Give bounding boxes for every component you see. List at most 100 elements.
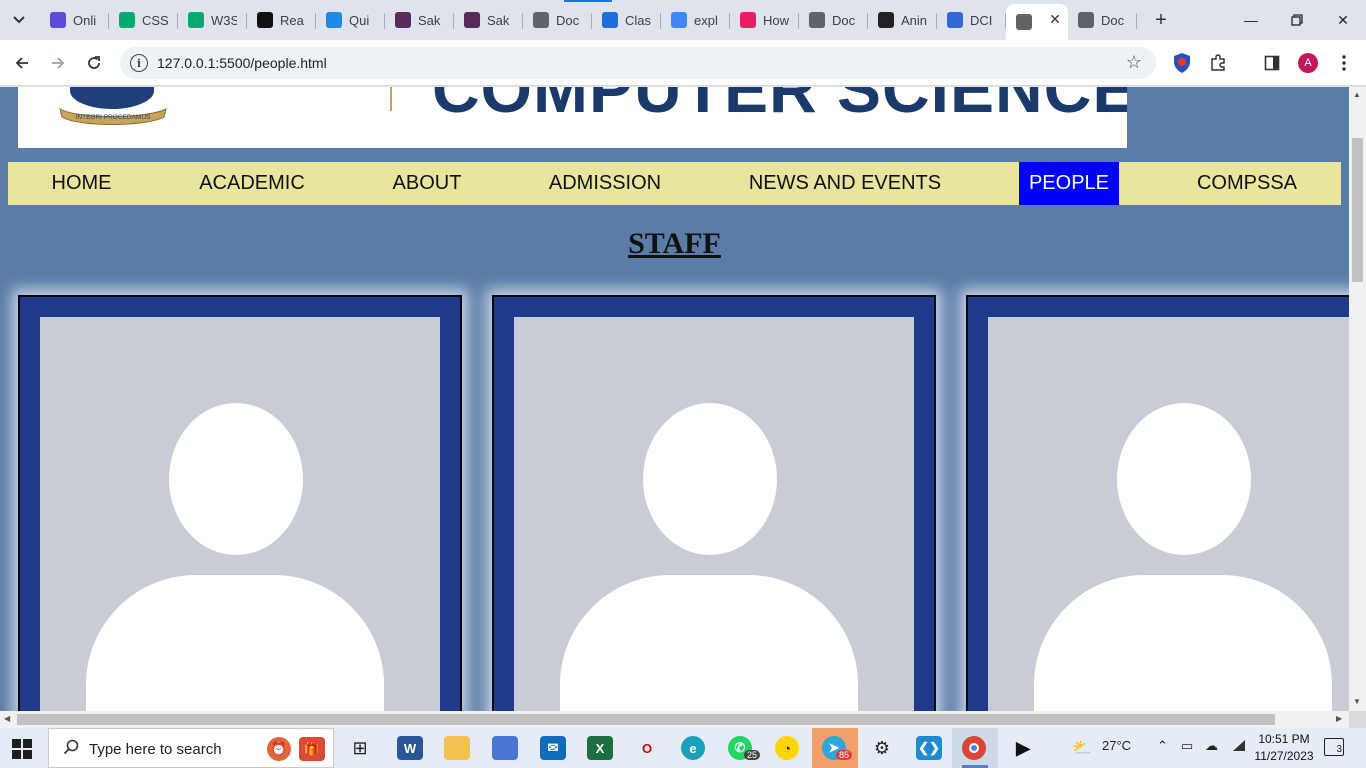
tab-title: Anin bbox=[901, 12, 927, 28]
bookmark-star-icon[interactable]: ☆ bbox=[1126, 52, 1142, 73]
word-icon[interactable]: W bbox=[397, 736, 423, 760]
new-tab-button[interactable]: + bbox=[1150, 9, 1172, 31]
staff-card[interactable] bbox=[966, 295, 1349, 711]
back-button[interactable] bbox=[10, 51, 34, 75]
browser-tab[interactable]: Clas bbox=[592, 4, 661, 36]
vertical-scroll-thumb[interactable] bbox=[1352, 138, 1363, 282]
avatar-head-shape bbox=[643, 403, 777, 555]
weather-temperature[interactable]: 27°C bbox=[1102, 738, 1131, 753]
horizontal-scroll-thumb[interactable] bbox=[17, 714, 1275, 725]
file-explorer-icon[interactable] bbox=[444, 736, 470, 760]
scroll-down-arrow-icon[interactable]: ▼ bbox=[1353, 697, 1361, 706]
browser-tab[interactable]: Anin bbox=[868, 4, 937, 36]
horizontal-scrollbar[interactable]: ◀ ▶ bbox=[0, 711, 1349, 728]
edge-icon[interactable]: e bbox=[681, 736, 705, 760]
microsoft-store-icon[interactable] bbox=[492, 736, 518, 760]
github-icon bbox=[878, 12, 894, 28]
onedrive-cloud-icon[interactable]: ☁ bbox=[1205, 738, 1218, 754]
browser-tab[interactable]: Sak bbox=[385, 4, 454, 36]
excel-icon[interactable]: X bbox=[587, 736, 613, 760]
settings-gear-icon[interactable]: ⚙ bbox=[869, 736, 895, 760]
chrome-icon[interactable] bbox=[962, 736, 986, 760]
snapchat-icon[interactable]: ◔ bbox=[775, 736, 799, 760]
browser-tab[interactable]: Sak bbox=[454, 4, 523, 36]
close-tab-icon[interactable]: ✕ bbox=[1046, 10, 1064, 28]
extensions-puzzle-icon[interactable] bbox=[1206, 51, 1230, 75]
browser-tab[interactable]: Onli bbox=[40, 4, 109, 36]
opera-icon[interactable]: O bbox=[634, 736, 660, 760]
task-view-icon[interactable]: ⊞ bbox=[347, 736, 373, 760]
reload-button[interactable] bbox=[82, 51, 106, 75]
vscode-icon[interactable]: ❮❯ bbox=[916, 736, 942, 760]
classroom-icon bbox=[602, 12, 618, 28]
scroll-left-arrow-icon[interactable]: ◀ bbox=[4, 714, 10, 723]
restore-button[interactable] bbox=[1283, 8, 1311, 32]
nav-admission[interactable]: ADMISSION bbox=[538, 162, 672, 205]
battery-icon[interactable]: ▭ bbox=[1181, 738, 1193, 754]
nav-news-and-events[interactable]: NEWS AND EVENTS bbox=[736, 162, 954, 205]
nav-compssa[interactable]: COMPSSA bbox=[1188, 162, 1306, 205]
arrow-left-icon bbox=[15, 57, 28, 69]
gift-icon[interactable]: 🎁 bbox=[299, 737, 325, 761]
alarm-clock-icon[interactable]: ⏰ bbox=[267, 737, 291, 761]
tab-title: Onli bbox=[73, 12, 97, 28]
browser-tab[interactable]: Doc bbox=[799, 4, 868, 36]
nav-academic[interactable]: ACADEMIC bbox=[180, 162, 324, 205]
taskbar-search-box[interactable]: Type here to search ⏰ 🎁 bbox=[48, 728, 334, 768]
browser-tab[interactable]: Doc bbox=[523, 4, 592, 36]
extension-shield-icon[interactable] bbox=[1172, 52, 1192, 74]
tab-search-button[interactable] bbox=[6, 8, 32, 32]
browser-tab[interactable]: How bbox=[730, 4, 799, 36]
browser-tab[interactable]: DCI bbox=[937, 4, 1006, 36]
side-panel-icon[interactable] bbox=[1260, 51, 1284, 75]
menu-kebab-icon[interactable] bbox=[1332, 51, 1356, 75]
mail-icon[interactable]: ✉ bbox=[540, 736, 566, 760]
system-clock[interactable]: 10:51 PM 11/27/2023 bbox=[1252, 731, 1316, 765]
address-bar[interactable]: i 127.0.0.1:5500/people.html ☆ bbox=[120, 47, 1156, 79]
arrow-right-icon bbox=[52, 57, 65, 69]
tab-list: Onli CSS W3S Rea Qui Sak Sak Doc Clas expl How Doc A… bbox=[40, 4, 1137, 40]
windows-start-icon[interactable] bbox=[12, 739, 32, 759]
r-icon bbox=[257, 12, 273, 28]
nav-home[interactable]: HOME bbox=[28, 162, 135, 205]
windows-taskbar: Type here to search ⏰ 🎁 ⊞ W ✉ X O e ✆ 25… bbox=[0, 728, 1366, 768]
globe-icon bbox=[1016, 14, 1032, 30]
browser-tab[interactable]: expl bbox=[661, 4, 730, 36]
url-text[interactable]: 127.0.0.1:5500/people.html bbox=[157, 55, 327, 71]
vertical-scrollbar[interactable]: ▲ ▼ bbox=[1349, 87, 1366, 711]
docs-icon bbox=[947, 12, 963, 28]
forward-button[interactable] bbox=[46, 51, 70, 75]
staff-card[interactable] bbox=[492, 295, 936, 711]
scroll-up-arrow-icon[interactable]: ▲ bbox=[1353, 90, 1361, 99]
profile-avatar[interactable]: A bbox=[1298, 53, 1318, 73]
scroll-right-arrow-icon[interactable]: ▶ bbox=[1336, 714, 1342, 723]
tab-title: Doc bbox=[832, 12, 856, 28]
tab-title: Doc bbox=[556, 12, 580, 28]
chevron-up-icon[interactable]: ⌃ bbox=[1157, 738, 1168, 754]
browser-tab[interactable]: W3S bbox=[178, 4, 247, 36]
restore-icon bbox=[1291, 14, 1303, 26]
google-icon bbox=[671, 12, 687, 28]
weather-cloud-icon[interactable]: ⛅ bbox=[1072, 738, 1092, 758]
nav-about[interactable]: ABOUT bbox=[378, 162, 476, 205]
minimize-button[interactable]: — bbox=[1237, 8, 1265, 32]
staff-card[interactable] bbox=[18, 295, 462, 711]
close-window-button[interactable]: ✕ bbox=[1329, 8, 1357, 32]
chevron-down-icon bbox=[13, 16, 25, 24]
scrollbar-corner bbox=[1349, 711, 1366, 728]
wifi-icon[interactable] bbox=[1231, 738, 1247, 755]
browser-tab[interactable]: Rea bbox=[247, 4, 316, 36]
nav-people[interactable]: PEOPLE bbox=[1019, 162, 1119, 205]
clock-time: 10:51 PM bbox=[1258, 732, 1310, 746]
site-info-icon[interactable]: i bbox=[130, 54, 148, 72]
browser-tab[interactable]: Doc bbox=[1068, 4, 1137, 36]
notification-center-icon[interactable]: 3 bbox=[1324, 738, 1344, 756]
search-placeholder: Type here to search bbox=[89, 741, 222, 758]
media-player-icon[interactable]: ▶ bbox=[1010, 736, 1036, 760]
globe-icon bbox=[809, 12, 825, 28]
tab-title: expl bbox=[694, 12, 718, 28]
staff-heading: STAFF bbox=[628, 227, 721, 260]
browser-tab[interactable]: Qui bbox=[316, 4, 385, 36]
browser-tab[interactable]: CSS bbox=[109, 4, 178, 36]
loading-indicator bbox=[564, 0, 612, 2]
